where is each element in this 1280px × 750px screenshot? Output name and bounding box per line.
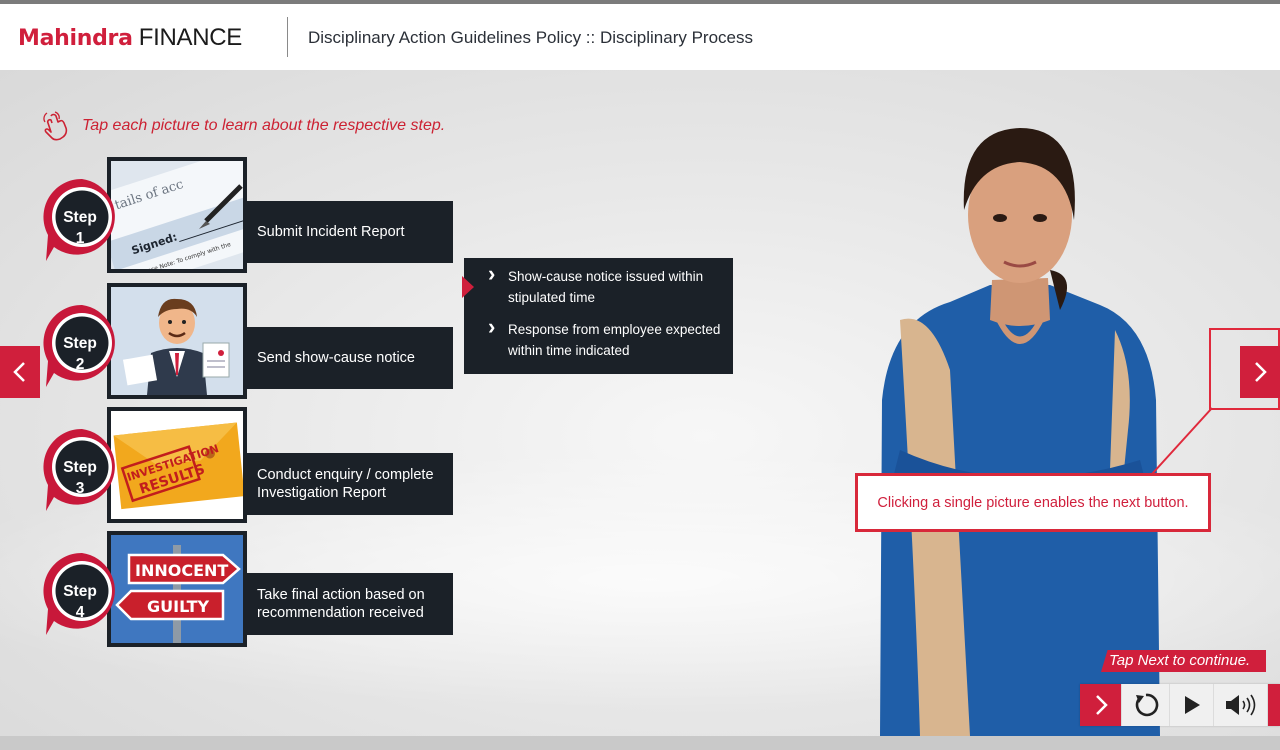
investigation-envelope-icon[interactable]: INVESTIGATION RESULTS	[111, 411, 243, 519]
controls-edge	[1268, 684, 1280, 726]
player-controls	[1080, 684, 1280, 726]
chevron-right-icon	[1095, 695, 1108, 715]
step-4-label-bar[interactable]: Take final action based on recommendatio…	[220, 573, 453, 635]
step-3-label-bar[interactable]: Conduct enquiry / complete Investigation…	[220, 453, 453, 515]
logo: Mahindra FINANCE	[18, 24, 242, 52]
chevron-right-icon	[1255, 362, 1267, 382]
presenter-image	[880, 128, 1160, 736]
svg-text:INNOCENT: INNOCENT	[135, 561, 228, 580]
page-title: Disciplinary Action Guidelines Policy ::…	[308, 28, 753, 47]
logo-brand: Mahindra	[18, 26, 133, 51]
step-2-number: 2	[75, 356, 85, 373]
tap-hand-icon	[43, 111, 68, 141]
step-4-label: Take final action based on recommendatio…	[257, 587, 425, 621]
step-1-label: Submit Incident Report	[257, 224, 405, 240]
step-2-label: Send show-cause notice	[257, 350, 415, 366]
step-3-picture-frame[interactable]: INVESTIGATION RESULTS	[107, 407, 247, 523]
step-3-word: Step	[63, 459, 97, 476]
play-icon	[1184, 696, 1200, 714]
header-divider	[287, 17, 288, 57]
step-2-badge: Step 2	[40, 303, 124, 387]
step-4-number: 4	[75, 604, 85, 621]
step-1-label-bar[interactable]: Submit Incident Report	[220, 201, 453, 263]
step-2-card[interactable]: Send show-cause notice Step 2	[40, 283, 460, 401]
step-2-word: Step	[63, 335, 97, 352]
popup-item: Response from employee expected within t…	[488, 316, 721, 361]
step-detail-popup: Show-cause notice issued within stipulat…	[462, 258, 733, 374]
popup-item: Show-cause notice issued within stipulat…	[488, 263, 721, 308]
step-2-label-bar[interactable]: Send show-cause notice	[220, 327, 453, 389]
instruction-text: Tap each picture to learn about the resp…	[82, 117, 446, 134]
replay-icon	[1135, 693, 1158, 717]
svg-text:GUILTY: GUILTY	[147, 597, 210, 616]
instruction: Tap each picture to learn about the resp…	[40, 110, 445, 142]
volume-button[interactable]	[1214, 684, 1268, 726]
tap-next-label: Tap Next to continue.	[1101, 650, 1266, 672]
next-button[interactable]	[1080, 684, 1122, 726]
callout-connector	[1151, 407, 1213, 475]
step-1-card[interactable]: Submit Incident Report tails of acc Sign…	[40, 157, 460, 275]
hint-callout-text: Clicking a single picture enables the ne…	[877, 494, 1189, 511]
popup-pointer	[462, 276, 474, 298]
step-3-card[interactable]: Conduct enquiry / complete Investigation…	[40, 407, 460, 525]
step-4-word: Step	[63, 583, 97, 600]
step-2-picture-frame[interactable]	[107, 283, 247, 399]
step-1-word: Step	[63, 209, 97, 226]
innocent-guilty-sign-icon[interactable]: INNOCENT GUILTY	[111, 535, 243, 643]
header: Mahindra FINANCE Disciplinary Action Gui…	[0, 4, 1280, 70]
chevron-left-icon	[13, 362, 25, 382]
hint-callout: Clicking a single picture enables the ne…	[855, 473, 1211, 532]
step-3-badge: Step 3	[40, 427, 124, 511]
step-1-badge: Step 1	[40, 177, 124, 261]
step-3-number: 3	[75, 480, 85, 497]
step-1-number: 1	[75, 230, 85, 247]
step-3-label: Conduct enquiry / complete Investigation…	[257, 467, 434, 501]
step-4-picture-frame[interactable]: INNOCENT GUILTY	[107, 531, 247, 647]
step-1-picture-frame[interactable]: tails of acc Signed: Please Note: To com…	[107, 157, 247, 273]
logo-suffix: FINANCE	[138, 24, 243, 51]
footer-bar	[0, 736, 1280, 750]
signed-form-icon[interactable]: tails of acc Signed: Please Note: To com…	[111, 161, 243, 269]
play-button[interactable]	[1170, 684, 1214, 726]
previous-arrow-button[interactable]	[0, 346, 40, 398]
step-4-card[interactable]: Take final action based on recommendatio…	[40, 531, 460, 649]
volume-icon	[1225, 694, 1255, 716]
next-arrow-button[interactable]	[1240, 346, 1280, 398]
replay-button[interactable]	[1122, 684, 1170, 726]
step-4-badge: Step 4	[40, 551, 124, 635]
businessman-notice-icon[interactable]	[111, 287, 243, 395]
